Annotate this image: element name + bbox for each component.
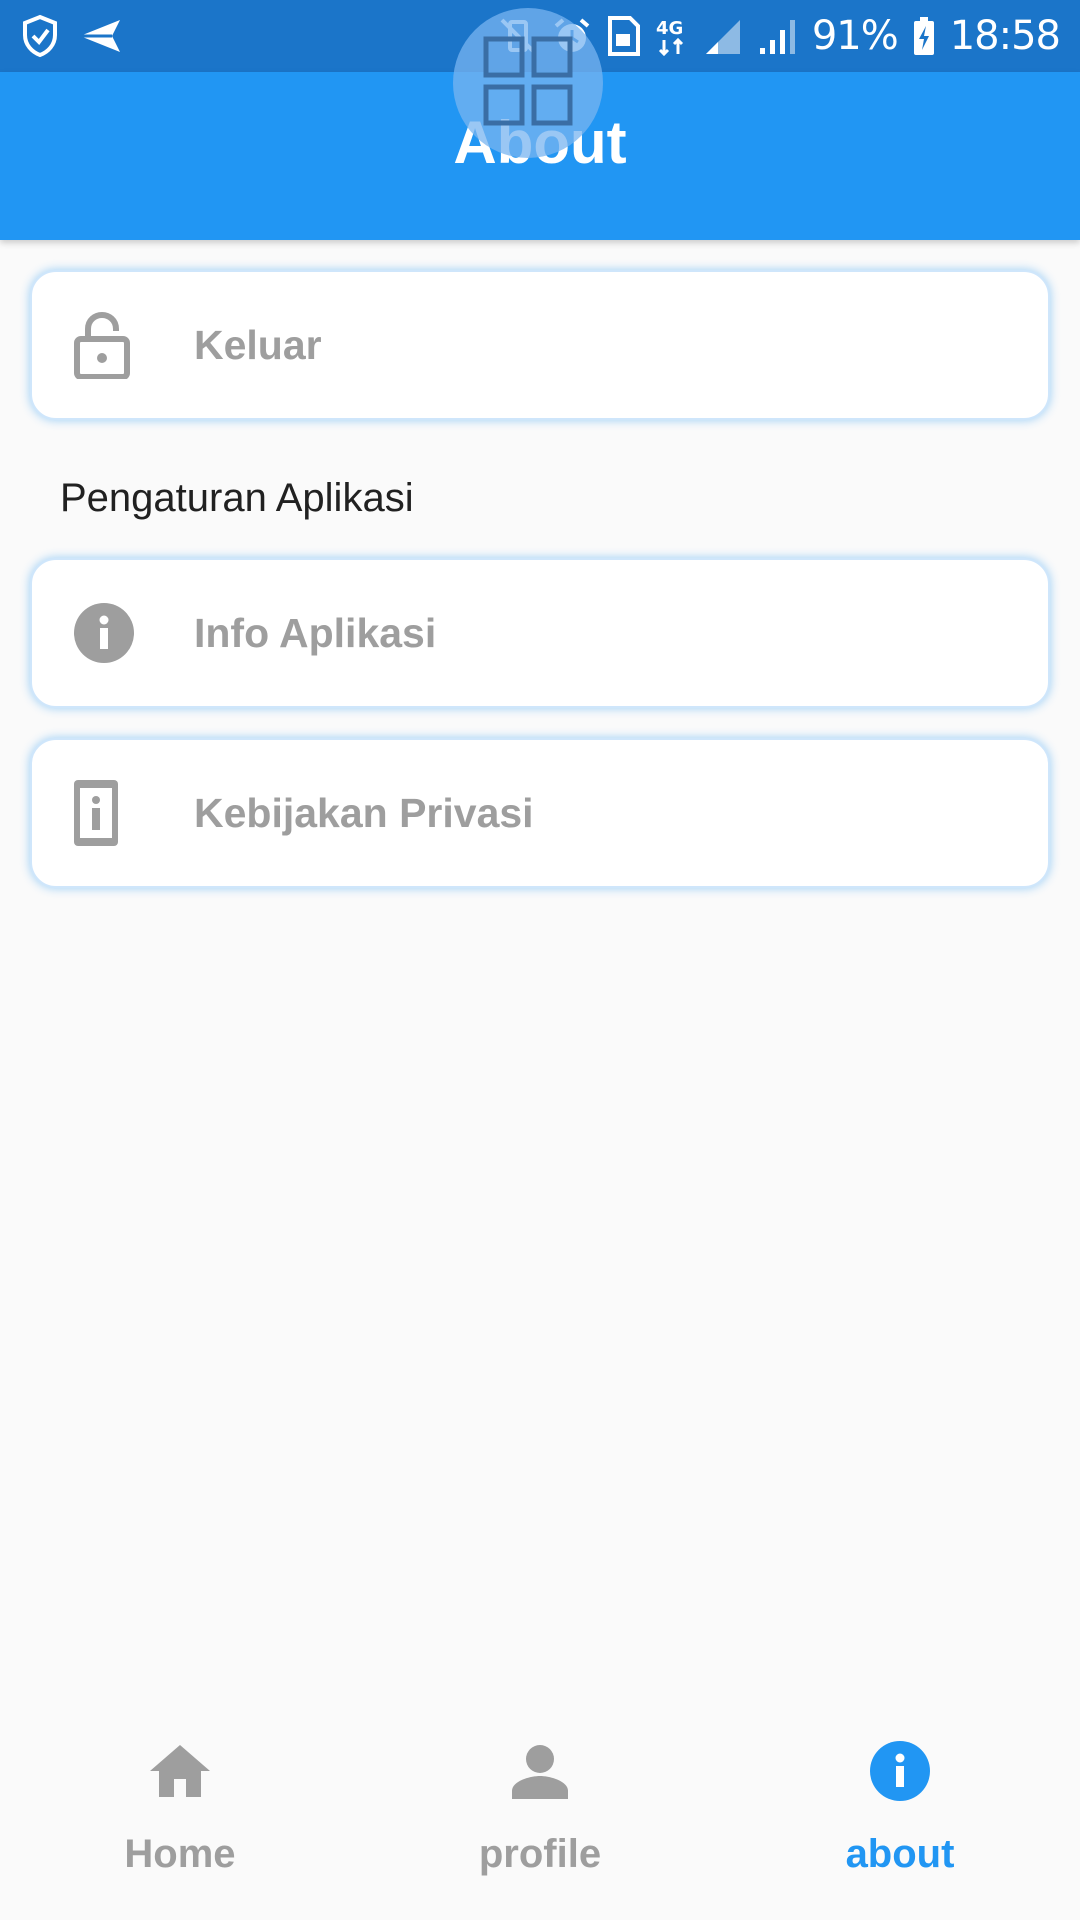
svg-text:4G: 4G bbox=[656, 18, 683, 39]
nav-label-home: Home bbox=[124, 1832, 236, 1876]
sim-card-icon bbox=[606, 16, 640, 56]
bottom-navigation: Home profile about bbox=[0, 1700, 1080, 1920]
nav-label-about: about bbox=[845, 1832, 955, 1876]
nav-item-about[interactable]: about bbox=[720, 1700, 1080, 1920]
lock-icon bbox=[74, 311, 194, 379]
network-type-icon: 4G bbox=[654, 16, 690, 56]
signal-strength-icon bbox=[704, 16, 744, 56]
send-icon bbox=[78, 18, 122, 54]
privacy-policy-card[interactable]: Kebijakan Privasi bbox=[30, 738, 1050, 888]
floating-assistant-button[interactable] bbox=[453, 8, 603, 158]
logout-label: Keluar bbox=[194, 321, 322, 368]
logout-card[interactable]: Keluar bbox=[30, 270, 1050, 420]
app-info-label: Info Aplikasi bbox=[194, 609, 437, 656]
shield-icon bbox=[20, 14, 60, 58]
privacy-document-icon bbox=[74, 780, 194, 846]
battery-percent: 91% bbox=[811, 13, 899, 59]
status-left bbox=[20, 14, 122, 58]
battery-charging-icon bbox=[912, 16, 936, 56]
privacy-policy-label: Kebijakan Privasi bbox=[194, 789, 534, 836]
nav-item-home[interactable]: Home bbox=[0, 1700, 360, 1920]
person-icon bbox=[512, 1736, 568, 1806]
info-icon bbox=[870, 1736, 930, 1806]
nav-label-profile: profile bbox=[478, 1832, 602, 1876]
signal-strength-icon-2 bbox=[758, 16, 798, 56]
section-title: Pengaturan Aplikasi bbox=[60, 476, 414, 520]
clock-time: 18:58 bbox=[949, 13, 1061, 59]
home-icon bbox=[148, 1736, 212, 1806]
info-icon bbox=[74, 603, 194, 663]
grid-icon bbox=[482, 35, 574, 132]
nav-item-profile[interactable]: profile bbox=[360, 1700, 720, 1920]
app-info-card[interactable]: Info Aplikasi bbox=[30, 558, 1050, 708]
